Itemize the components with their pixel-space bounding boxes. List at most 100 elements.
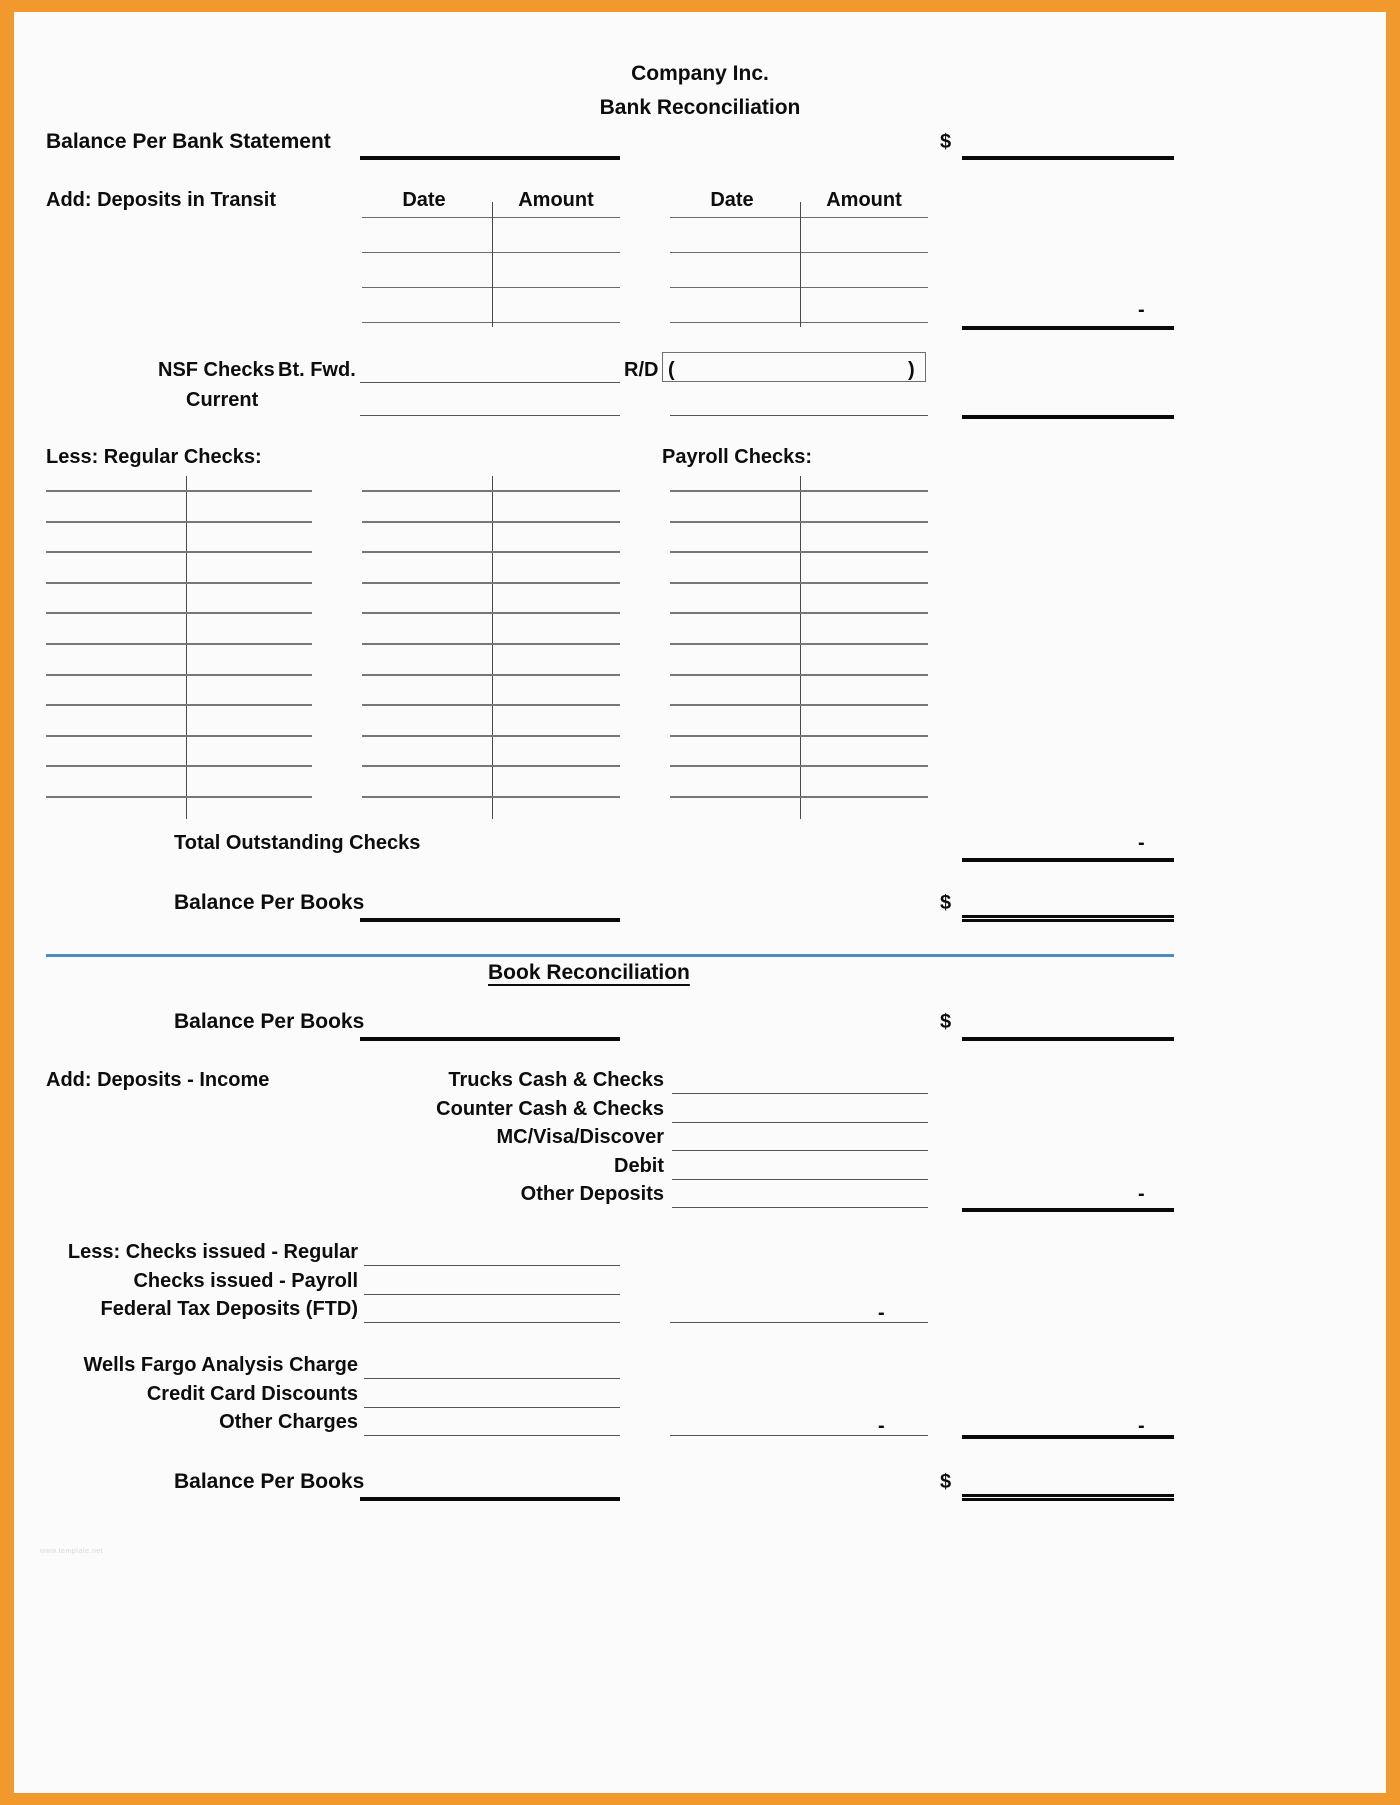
deposit-row-line[interactable] (670, 217, 928, 218)
check-grid-row-line[interactable] (362, 582, 620, 584)
check-grid-row-line[interactable] (46, 674, 312, 676)
deposit-item-line[interactable] (672, 1150, 928, 1151)
deposit-row-line[interactable] (670, 322, 928, 323)
check-grid-row-line[interactable] (362, 521, 620, 523)
charge-item-line[interactable] (364, 1378, 620, 1379)
deposit-row-line[interactable] (362, 287, 620, 288)
deposit-item-line[interactable] (672, 1207, 928, 1208)
deposit-item-label: Counter Cash & Checks (436, 1097, 664, 1120)
outstanding-total-line[interactable] (962, 858, 1174, 862)
check-grid-row-line[interactable] (362, 796, 620, 798)
check-grid-row-line[interactable] (46, 582, 312, 584)
book-balance-per-books-line[interactable] (360, 1037, 620, 1041)
bank-balance-per-books-line[interactable] (360, 918, 620, 922)
charge-item-line[interactable] (364, 1406, 620, 1408)
book-balance-amount-line[interactable] (962, 1037, 1174, 1041)
checks-issued-item-line[interactable] (364, 1322, 620, 1323)
book-balance-per-books-label: Balance Per Books (174, 1010, 365, 1033)
check-grid-column-divider (492, 476, 493, 819)
check-grid-row-line[interactable] (362, 551, 620, 553)
check-grid-row-line[interactable] (670, 735, 928, 737)
deposit-row-line[interactable] (362, 322, 620, 323)
charges-total-line[interactable] (962, 1435, 1174, 1439)
check-grid-row-line[interactable] (670, 521, 928, 523)
check-grid-row-line[interactable] (46, 521, 312, 523)
form-sheet: Company Inc. Bank Reconciliation Balance… (14, 12, 1386, 1793)
check-grid-row-line[interactable] (46, 765, 312, 767)
deposit-row-line[interactable] (362, 217, 620, 218)
deposit-table-2-divider (800, 202, 801, 327)
deposit-item-line[interactable] (672, 1178, 928, 1180)
form-title: Bank Reconciliation (599, 96, 801, 119)
check-grid-row-line[interactable] (362, 735, 620, 737)
balance-per-bank-line[interactable] (360, 156, 620, 160)
deposit-row-line[interactable] (362, 252, 620, 253)
charge-item-label: Other Charges (219, 1411, 358, 1433)
nsf-bt-fwd-line[interactable] (360, 382, 620, 383)
rd-input-box[interactable] (662, 352, 926, 382)
nsf-total-line[interactable] (962, 415, 1174, 419)
watermark: www.template.net (40, 1548, 104, 1555)
deposits-total-line[interactable] (962, 326, 1174, 330)
check-grid-row-line[interactable] (46, 643, 312, 645)
book-deposits-total-line[interactable] (962, 1208, 1174, 1212)
balance-per-bank-amount-line[interactable] (962, 156, 1174, 160)
check-grid-row-line[interactable] (670, 551, 928, 553)
balance-per-bank-label: Balance Per Bank Statement (46, 130, 331, 153)
currency-symbol-bank: $ (940, 131, 952, 153)
bank-balance-per-books-double-line[interactable] (962, 915, 1174, 922)
rd-current-line[interactable] (670, 415, 928, 416)
deposit-table-1-divider (492, 202, 493, 327)
check-grid-row-line[interactable] (362, 704, 620, 706)
check-grid-row-line[interactable] (362, 765, 620, 767)
deposits-in-transit-label: Add: Deposits in Transit (46, 189, 277, 211)
charges-subtotal-line[interactable] (670, 1435, 928, 1436)
check-grid-row-line[interactable] (46, 551, 312, 553)
check-grid-row-line[interactable] (670, 674, 928, 676)
deposit-row-line[interactable] (670, 252, 928, 253)
charge-item-line[interactable] (364, 1435, 620, 1436)
check-grid-row-line[interactable] (670, 765, 928, 767)
check-grid-column-divider (186, 476, 187, 819)
book-deposits-total-dash: - (1138, 1183, 1145, 1205)
final-balance-line[interactable] (360, 1497, 620, 1501)
check-grid-row-line[interactable] (670, 704, 928, 706)
rd-close-paren: ) (908, 359, 915, 381)
section-divider (46, 954, 1174, 957)
deposit-item-label: Debit (614, 1154, 664, 1177)
checks-issued-item-label: Less: Checks issued - Regular (67, 1241, 358, 1263)
page-border-frame: Company Inc. Bank Reconciliation Balance… (0, 0, 1400, 1805)
check-grid-row-line[interactable] (46, 490, 312, 492)
deposit-item-line[interactable] (672, 1093, 928, 1094)
ftd-subtotal-line[interactable] (670, 1322, 928, 1323)
check-grid-row-line[interactable] (362, 643, 620, 645)
payroll-checks-label: Payroll Checks: (662, 446, 813, 468)
deposit-row-line[interactable] (670, 287, 928, 288)
check-grid-row-line[interactable] (670, 796, 928, 798)
check-grid-row-line[interactable] (670, 643, 928, 645)
check-grid-row-line[interactable] (670, 490, 928, 492)
deposit-item-label: Other Deposits (520, 1183, 664, 1205)
check-grid-row-line[interactable] (46, 796, 312, 798)
check-grid-row-line[interactable] (46, 735, 312, 737)
outstanding-total-dash: - (1138, 832, 1145, 854)
deposit-table-1-header-date: Date (402, 189, 446, 211)
current-label: Current (186, 389, 259, 411)
checks-issued-item-line[interactable] (364, 1293, 620, 1295)
nsf-current-line[interactable] (360, 415, 620, 416)
nsf-checks-label: NSF Checks (158, 359, 275, 381)
book-reconciliation-title: Book Reconciliation (488, 961, 690, 984)
check-grid-row-line[interactable] (362, 490, 620, 492)
check-grid-row-line[interactable] (362, 674, 620, 676)
deposit-item-line[interactable] (672, 1121, 928, 1123)
check-grid-column-divider (800, 476, 801, 819)
check-grid-row-line[interactable] (670, 612, 928, 614)
final-balance-double-line[interactable] (962, 1494, 1174, 1501)
check-grid-row-line[interactable] (46, 704, 312, 706)
check-grid-row-line[interactable] (670, 582, 928, 584)
form-page: Company Inc. Bank Reconciliation Balance… (14, 12, 1386, 1793)
checks-issued-item-line[interactable] (364, 1265, 620, 1266)
final-balance-per-books-label: Balance Per Books (174, 1470, 365, 1493)
check-grid-row-line[interactable] (46, 612, 312, 614)
check-grid-row-line[interactable] (362, 612, 620, 614)
